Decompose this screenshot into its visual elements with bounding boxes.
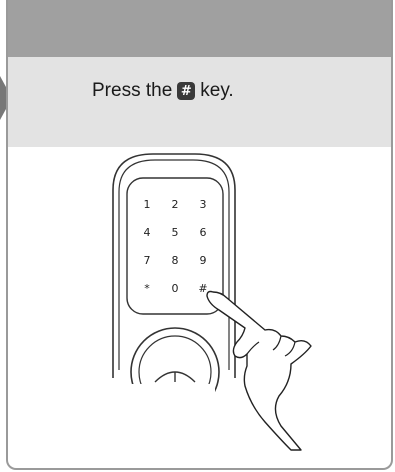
instruction-prefix: Press the (92, 80, 173, 101)
keypad-key-8: 8 (172, 254, 179, 267)
instruction-suffix: key. (200, 80, 234, 101)
keypad-key-4: 4 (144, 226, 151, 239)
instruction-band: Press the # key. (8, 57, 391, 147)
header-bar (8, 0, 391, 57)
keypad-key-star: * (144, 282, 150, 295)
instruction-text: Press the # key. (92, 80, 234, 102)
keypad-key-3: 3 (200, 198, 207, 211)
keypad-key-2: 2 (172, 198, 179, 211)
hash-key-icon: # (177, 82, 196, 100)
keypad-key-7: 7 (144, 254, 151, 267)
deadbolt-lock-illustration: 1 2 3 4 5 6 7 8 9 * 0 # (95, 153, 312, 460)
keypad-key-0: 0 (172, 282, 179, 295)
keypad-key-6: 6 (200, 226, 207, 239)
bottom-mask (95, 384, 215, 460)
keypad-key-1: 1 (144, 198, 151, 211)
pressing-hand (206, 290, 312, 451)
keypad-key-5: 5 (172, 226, 179, 239)
keypad-key-9: 9 (200, 254, 207, 267)
keypad-key-hash: # (198, 282, 207, 295)
